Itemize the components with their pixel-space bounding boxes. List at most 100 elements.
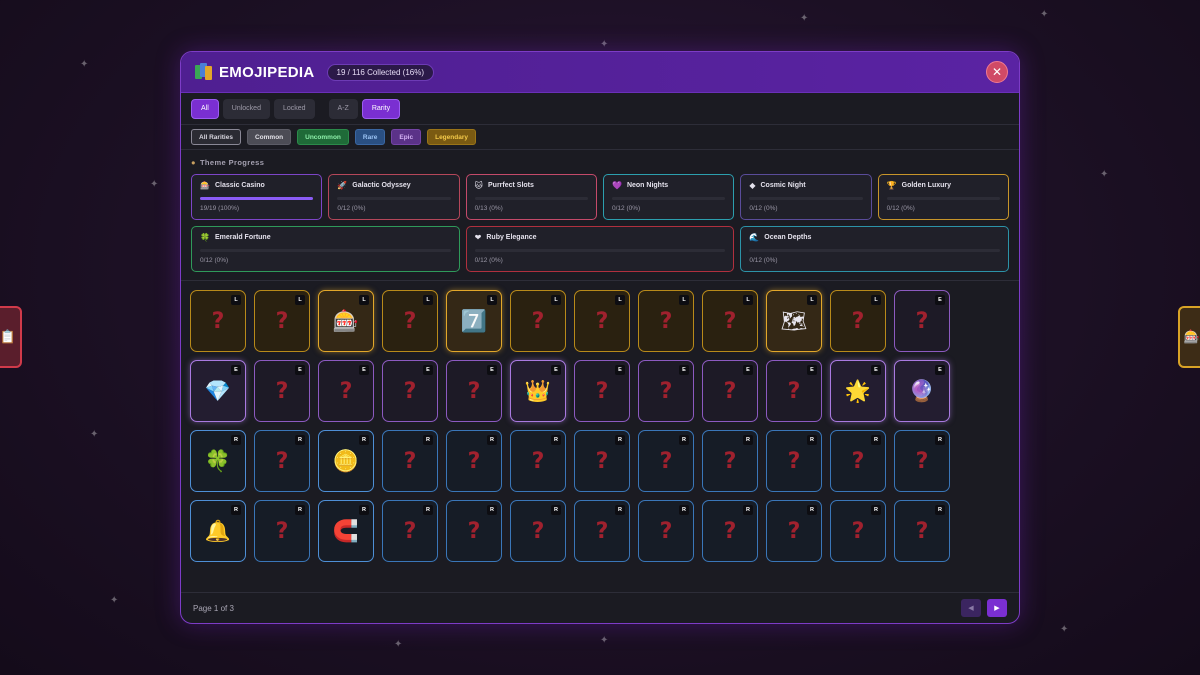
emoji-card-unlocked[interactable]: 🪙 R (318, 430, 374, 492)
page-title: EMOJIPEDIA (219, 63, 315, 81)
emoji-card-locked[interactable]: ? R (574, 500, 630, 562)
emoji-card-locked[interactable]: ? E (446, 360, 502, 422)
emoji-card-locked[interactable]: ? R (574, 430, 630, 492)
emoji-card-locked[interactable]: ? L (702, 290, 758, 352)
emoji-card-locked[interactable]: ? R (446, 500, 502, 562)
emoji-card-locked[interactable]: ? R (702, 500, 758, 562)
side-tab-right[interactable]: 🎰 (1178, 306, 1200, 368)
rarity-tag: R (935, 435, 945, 445)
emoji-card-locked[interactable]: ? R (766, 500, 822, 562)
emoji-card-locked[interactable]: ? E (638, 360, 694, 422)
emoji-card-locked[interactable]: ? R (894, 500, 950, 562)
emoji-card-unlocked[interactable]: 💎 E (190, 360, 246, 422)
emoji-card-locked[interactable]: ? L (510, 290, 566, 352)
emoji-card-locked[interactable]: ? R (830, 500, 886, 562)
emoji-card-locked[interactable]: ? R (830, 430, 886, 492)
rarity-tag: E (487, 365, 497, 375)
rarity-filter-epic[interactable]: Epic (391, 129, 422, 145)
emoji-card-locked[interactable]: ? E (318, 360, 374, 422)
emoji-card-locked[interactable]: ? R (894, 430, 950, 492)
rarity-tag: R (743, 435, 753, 445)
emoji-icon: 🪙 (332, 448, 360, 473)
emoji-card-locked[interactable]: ? L (830, 290, 886, 352)
rarity-tag: R (295, 435, 305, 445)
emoji-card-locked[interactable]: ? L (638, 290, 694, 352)
emoji-card-unlocked[interactable]: 👑 E (510, 360, 566, 422)
emoji-card-unlocked[interactable]: 🎰 L (318, 290, 374, 352)
rarity-filter-rare[interactable]: Rare (354, 129, 386, 145)
rarity-filter-common[interactable]: Common (246, 129, 292, 145)
theme-label: Purrfect Slots (488, 182, 534, 189)
emoji-card-locked[interactable]: ? R (638, 500, 694, 562)
theme-card-purrfect-slots: 🐱 Purrfect Slots 0/13 (0%) (465, 174, 597, 220)
emoji-card-locked[interactable]: ? E (254, 360, 310, 422)
filter-unlocked-button[interactable]: Unlocked (222, 98, 270, 119)
emoji-card-locked[interactable]: ? R (254, 430, 310, 492)
emoji-card-locked[interactable]: ? E (894, 290, 950, 352)
star-decoration: ✦ (600, 635, 609, 646)
emoji-card-locked[interactable]: ? L (190, 290, 246, 352)
question-mark-icon: ? (275, 308, 289, 334)
emoji-icon: 🧲 (332, 518, 360, 543)
emoji-card-unlocked[interactable]: 🗺 L (766, 290, 822, 352)
filter-all-button[interactable]: All (191, 98, 219, 119)
theme-progress-text: 0/12 (0%) (337, 205, 366, 212)
emoji-card-locked[interactable]: ? L (382, 290, 438, 352)
emoji-card-unlocked[interactable]: 🧲 R (318, 500, 374, 562)
emoji-card-locked[interactable]: ? R (702, 430, 758, 492)
collected-badge: 19 / 116 Collected (16%) (326, 63, 434, 81)
emoji-card-locked[interactable]: ? L (254, 290, 310, 352)
prev-page-button[interactable]: ◀ (961, 599, 981, 617)
emoji-card-locked[interactable]: ? E (766, 360, 822, 422)
star-decoration: ✦ (1060, 624, 1069, 635)
question-mark-icon: ? (211, 308, 225, 334)
star-decoration: ✦ (600, 39, 609, 50)
side-tab-left[interactable]: 📋 (0, 306, 22, 368)
question-mark-icon: ? (595, 378, 609, 404)
emoji-card-unlocked[interactable]: 🍀 R (190, 430, 246, 492)
question-mark-icon: ? (467, 378, 481, 404)
sort-az-button[interactable]: A-Z (328, 98, 358, 119)
emoji-card-unlocked[interactable]: 🌟 E (830, 360, 886, 422)
emoji-card-unlocked[interactable]: 7️⃣ L (446, 290, 502, 352)
emoji-card-locked[interactable]: ? R (254, 500, 310, 562)
theme-card-neon-nights: 💜 Neon Nights 0/12 (0%) (602, 174, 735, 220)
emoji-card-locked[interactable]: ? L (574, 290, 630, 352)
rarity-filter-uncommon[interactable]: Uncommon (297, 129, 349, 145)
emoji-card-unlocked[interactable]: 🔔 R (190, 500, 246, 562)
theme-name: 🍀 Emerald Fortune (200, 233, 451, 242)
theme-cards-bottom: 🍀 Emerald Fortune 0/12 (0%) ❤ Ruby Elegance 0… (191, 226, 1009, 272)
star-decoration: ✦ (394, 639, 403, 650)
emoji-card-locked[interactable]: ? E (382, 360, 438, 422)
emoji-card-unlocked[interactable]: 🔮 E (894, 360, 950, 422)
theme-icon: ◆ (749, 181, 756, 190)
question-mark-icon: ? (595, 518, 609, 544)
emoji-card-locked[interactable]: ? R (766, 430, 822, 492)
question-mark-icon: ? (915, 308, 929, 334)
question-mark-icon: ? (595, 448, 609, 474)
theme-label: Emerald Fortune (214, 234, 271, 241)
theme-card-classic-casino: 🎰 Classic Casino 19/19 (100%) (191, 174, 323, 220)
theme-card-golden-luxury: 🏆 Golden Luxury 0/12 (0%) (877, 174, 1009, 220)
question-mark-icon: ? (787, 378, 801, 404)
theme-cards-top: 🎰 Classic Casino 19/19 (100%) 🚀 Galactic Ody… (191, 174, 1009, 220)
emoji-card-locked[interactable]: ? R (510, 500, 566, 562)
sort-rarity-button[interactable]: Rarity (361, 98, 401, 119)
rarity-tag: L (615, 295, 625, 305)
close-button[interactable]: ✕ (986, 61, 1008, 83)
emoji-card-locked[interactable]: ? R (382, 500, 438, 562)
emoji-card-locked[interactable]: ? R (382, 430, 438, 492)
next-page-button[interactable]: ▶ (987, 599, 1007, 617)
emoji-card-locked[interactable]: ? R (510, 430, 566, 492)
rarity-tag: E (551, 365, 561, 375)
emoji-card-locked[interactable]: ? R (446, 430, 502, 492)
rarity-filter-legendary[interactable]: Legendary (427, 129, 476, 145)
theme-icon: 🎰 (200, 181, 210, 190)
rarity-filter-all-rarities[interactable]: All Rarities (191, 129, 241, 145)
emoji-card-locked[interactable]: ? E (702, 360, 758, 422)
filter-locked-button[interactable]: Locked (273, 98, 315, 119)
question-mark-icon: ? (851, 518, 865, 544)
rarity-tag: L (359, 295, 369, 305)
emoji-card-locked[interactable]: ? R (638, 430, 694, 492)
emoji-card-locked[interactable]: ? E (574, 360, 630, 422)
